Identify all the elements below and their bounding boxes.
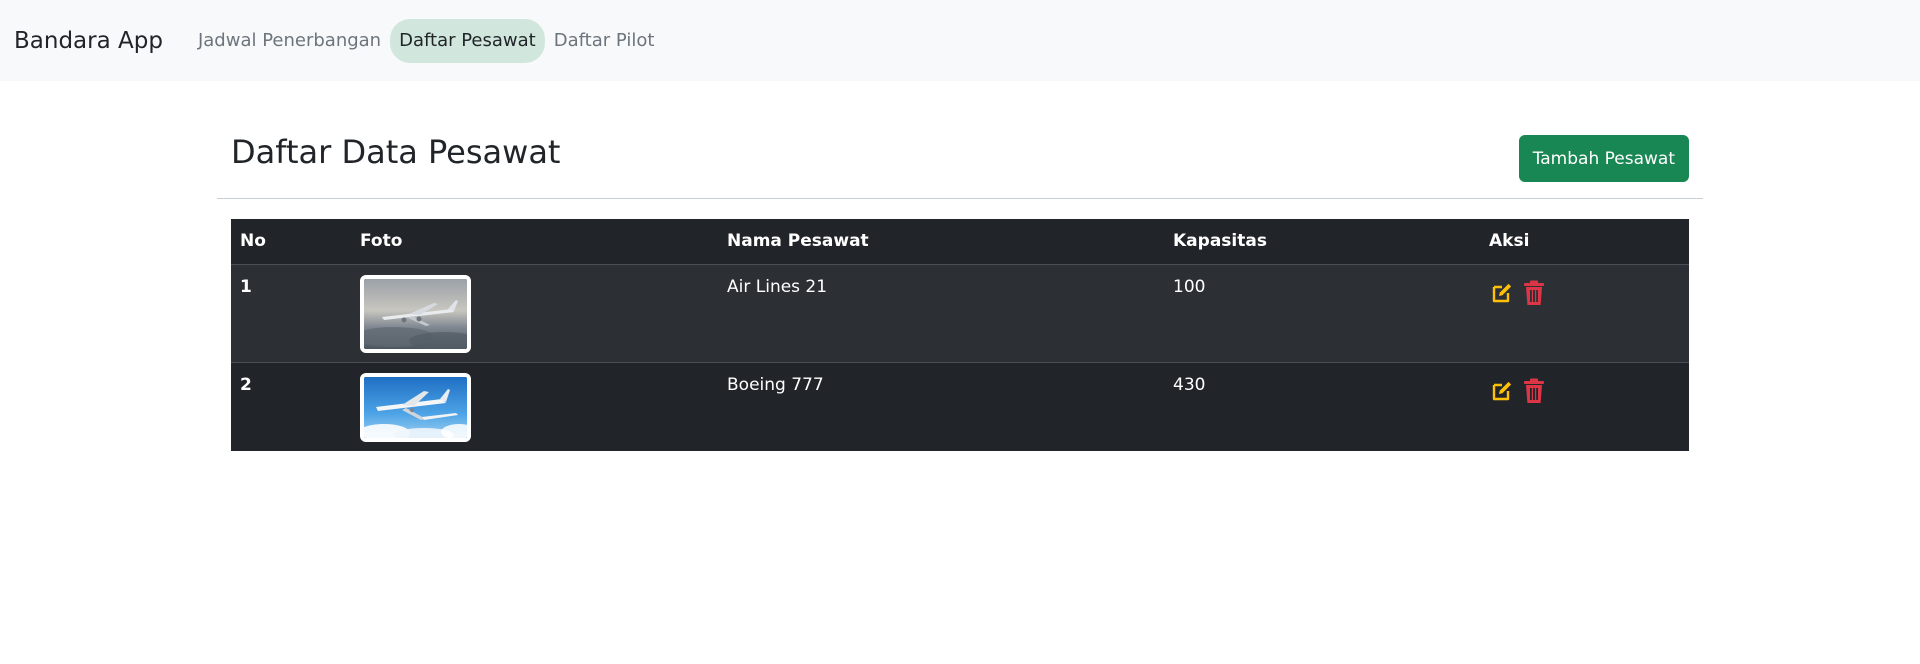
aircraft-table: No Foto Nama Pesawat Kapasitas Aksi 1 Ai… (231, 219, 1689, 451)
column-header-no: No (231, 219, 351, 265)
add-aircraft-button[interactable]: Tambah Pesawat (1518, 135, 1689, 182)
row-number: 2 (240, 374, 252, 395)
trash-icon[interactable] (1521, 377, 1547, 405)
top-navbar: Bandara App Jadwal Penerbangan Daftar Pe… (0, 0, 1920, 81)
aircraft-capacity: 100 (1173, 276, 1206, 297)
actions-cell (1480, 362, 1689, 451)
aircraft-name: Boeing 777 (727, 374, 824, 395)
table-row: 2 Boeing 777 430 (231, 362, 1689, 451)
page-header: Daftar Data Pesawat Tambah Pesawat (217, 81, 1703, 199)
column-header-nama-pesawat: Nama Pesawat (718, 219, 1164, 265)
aircraft-name: Air Lines 21 (727, 276, 828, 297)
aircraft-photo (360, 372, 471, 442)
nav-link-jadwal-penerbangan[interactable]: Jadwal Penerbangan (189, 19, 390, 63)
row-number: 1 (240, 276, 252, 297)
nav-link-daftar-pilot[interactable]: Daftar Pilot (545, 19, 664, 63)
trash-icon[interactable] (1521, 279, 1547, 307)
aircraft-photo (360, 274, 471, 353)
photo-cell (351, 362, 718, 451)
edit-icon[interactable] (1489, 377, 1515, 405)
edit-icon[interactable] (1489, 279, 1515, 307)
nav-link-daftar-pesawat[interactable]: Daftar Pesawat (390, 18, 545, 63)
table-row: 1 Air Lines 21 100 (231, 264, 1689, 362)
photo-cell (351, 264, 718, 362)
aircraft-capacity: 430 (1173, 374, 1206, 395)
column-header-foto: Foto (351, 219, 718, 265)
page-title: Daftar Data Pesawat (231, 133, 561, 171)
main-container: Daftar Data Pesawat Tambah Pesawat No Fo… (217, 81, 1703, 451)
column-header-aksi: Aksi (1480, 219, 1689, 265)
actions-cell (1480, 264, 1689, 362)
table-header-row: No Foto Nama Pesawat Kapasitas Aksi (231, 219, 1689, 265)
brand-link[interactable]: Bandara App (14, 28, 163, 54)
column-header-kapasitas: Kapasitas (1164, 219, 1480, 265)
